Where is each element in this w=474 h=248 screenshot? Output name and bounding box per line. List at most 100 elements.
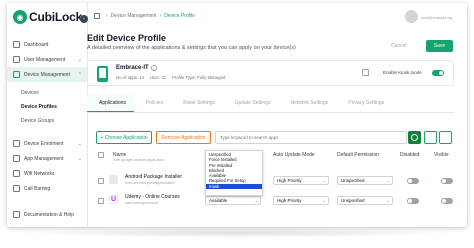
- sort-icon[interactable]: [424, 131, 437, 144]
- kiosk-mode-label: Enable Kiosk mode: [383, 70, 422, 75]
- chevron-down-icon: ⌄: [77, 56, 82, 63]
- sidebar-subitem-device-groups[interactable]: Device Groups: [7, 114, 88, 128]
- tab-kiosk-settings[interactable]: Kiosk Settings: [171, 95, 223, 112]
- install-type-select[interactable]: Available ⌄: [205, 196, 261, 205]
- sidebar-item-device-enrolment[interactable]: Device Enrolment ⌄: [7, 136, 88, 151]
- sidebar-item-app-management[interactable]: App Management ⌄: [7, 151, 88, 166]
- install-type-dropdown: Unspecified Force Installed Pre Installe…: [205, 150, 263, 196]
- logo-text: CubiLock: [29, 10, 83, 24]
- enrolment-icon: [13, 140, 20, 147]
- profile-type: Profile Type: Fully Managed: [172, 75, 226, 80]
- chevron-down-icon: ⌄: [77, 140, 82, 147]
- profile-card: Embrace-IT i No of apps: 14 User: 31 Pro…: [87, 60, 454, 86]
- tab-network-settings[interactable]: Network Settings: [278, 95, 336, 112]
- chevron-down-icon: ⌄: [386, 198, 390, 203]
- chevron-up-icon: ⌃: [77, 71, 82, 78]
- select-value: High Priority: [277, 178, 302, 183]
- search-icon[interactable]: [408, 131, 421, 144]
- edit-icon[interactable]: [362, 69, 369, 76]
- permission-select[interactable]: Unspecified ⌄: [337, 176, 393, 185]
- select-value: High Priority: [277, 198, 302, 203]
- tab-policies[interactable]: Policies: [134, 95, 171, 112]
- row-checkbox[interactable]: [98, 198, 104, 204]
- app-name: Android Package Installer: [125, 174, 182, 180]
- tab-update-settings[interactable]: Update Settings: [223, 95, 279, 112]
- separator: ›: [106, 13, 108, 19]
- app-package: com.android.packageinstaller: [125, 181, 175, 185]
- disabled-toggle[interactable]: [407, 178, 419, 184]
- table-row[interactable]: U Udemy - Online Courses com.udemy.andro…: [87, 192, 454, 210]
- disabled-toggle[interactable]: [407, 198, 419, 204]
- auto-update-select[interactable]: High Priority ⌄: [273, 196, 329, 205]
- device-icon: [13, 71, 20, 78]
- sidebar-subitem-devices[interactable]: Devices: [7, 86, 88, 100]
- sidebar-item-label: Device Enrolment: [24, 140, 64, 147]
- dropdown-option-selected[interactable]: Kiosk: [206, 183, 262, 190]
- lock-icon: ◉: [13, 10, 27, 24]
- avatar[interactable]: [405, 10, 418, 23]
- choose-application-button[interactable]: + Choose Application: [96, 131, 152, 144]
- visible-toggle[interactable]: [441, 178, 453, 184]
- page-subtitle: A detailed overview of the applications …: [87, 45, 296, 51]
- chevron-down-icon: ⌄: [322, 198, 326, 203]
- dashboard-icon: [13, 41, 20, 48]
- sidebar-item-label: Call Barring: [24, 185, 51, 192]
- table-row[interactable]: Android Package Installer com.android.pa…: [87, 172, 454, 190]
- smartphone-icon: [97, 66, 108, 82]
- tabs: Applications Policies Kiosk Settings Upd…: [87, 95, 454, 113]
- kiosk-mode-toggle[interactable]: [432, 70, 444, 76]
- breadcrumb: › Device Management › Device Profile: [94, 13, 195, 19]
- info-icon[interactable]: i: [151, 65, 157, 71]
- sidebar-item-documentation[interactable]: Documentation & Help: [7, 207, 88, 222]
- sidebar-item-user-management[interactable]: User Management ⌄: [7, 52, 88, 67]
- sidebar-item-dashboard[interactable]: Dashboard: [7, 37, 88, 52]
- udemy-icon: U: [109, 195, 118, 204]
- sidebar: ◉ CubiLock ‹ Dashboard User Management ⌄…: [7, 3, 88, 227]
- chevron-down-icon: ⌄: [386, 178, 390, 183]
- collapse-sidebar-button[interactable]: ‹: [80, 15, 88, 23]
- export-icon[interactable]: [439, 131, 452, 144]
- apps-count: No of apps: 14: [116, 75, 144, 80]
- profile-name: Embrace-IT: [116, 65, 149, 71]
- sidebar-nav: Dashboard User Management ⌄ Device Manag…: [7, 37, 88, 196]
- save-button[interactable]: Save: [426, 40, 453, 52]
- tab-applications[interactable]: Applications: [87, 95, 134, 112]
- app-package: com.google.android.apps.docs: [113, 158, 165, 162]
- sidebar-item-label: Documentation & Help: [24, 211, 75, 218]
- sidebar-item-wifi-networks[interactable]: Wifi Networks: [7, 166, 88, 181]
- select-value: Unspecified: [341, 198, 365, 203]
- user-count: User: 31: [149, 75, 167, 80]
- sidebar-item-label: User Management: [24, 56, 66, 63]
- app-package: com.udemy.android: [125, 201, 159, 205]
- permission-select[interactable]: Unspecified ⌄: [337, 196, 393, 205]
- page-title: Edit Device Profile: [87, 33, 167, 43]
- visible-toggle[interactable]: [441, 198, 453, 204]
- logo[interactable]: ◉ CubiLock: [13, 10, 82, 24]
- cancel-button[interactable]: Cancel: [391, 43, 407, 49]
- chevron-down-icon: ⌄: [77, 155, 82, 162]
- select-value: Available: [209, 198, 228, 203]
- row-checkbox[interactable]: [98, 178, 104, 184]
- sidebar-item-call-barring[interactable]: Call Barring: [7, 181, 88, 196]
- sidebar-subitem-device-profiles[interactable]: Device Profiles: [7, 100, 88, 114]
- wifi-icon: [13, 170, 20, 177]
- phone-icon: [13, 185, 20, 192]
- sidebar-item-label: App Management: [24, 155, 64, 162]
- remove-application-button[interactable]: Remove Application: [156, 131, 211, 144]
- user-email[interactable]: email@example.org: [421, 16, 452, 20]
- sidebar-item-label: Device Management: [24, 71, 70, 78]
- sidebar-item-label: Dashboard: [24, 41, 49, 48]
- separator: ›: [159, 13, 162, 19]
- profile-meta: No of apps: 14 User: 31 Profile Type: Fu…: [116, 75, 231, 80]
- chevron-down-icon: ⌄: [254, 198, 258, 203]
- search-input[interactable]: [215, 131, 407, 144]
- app-icon: [109, 175, 118, 184]
- tab-privacy-settings[interactable]: Privacy Settings: [336, 95, 392, 112]
- breadcrumb-item[interactable]: Device Management: [111, 13, 157, 19]
- auto-update-select[interactable]: High Priority ⌄: [273, 176, 329, 185]
- home-icon[interactable]: [94, 13, 100, 19]
- sidebar-item-label: Wifi Networks: [24, 170, 55, 177]
- sidebar-item-device-management[interactable]: Device Management ⌃: [7, 67, 88, 82]
- sidebar-bottom: Documentation & Help: [7, 207, 88, 222]
- help-icon: [13, 211, 20, 218]
